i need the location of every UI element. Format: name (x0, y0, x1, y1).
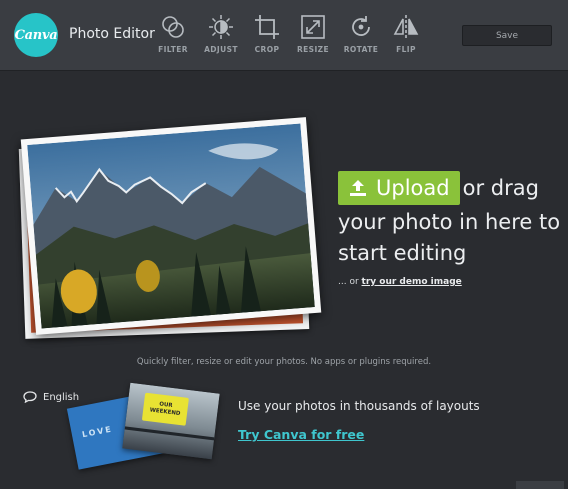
or-drag-text: or drag (462, 176, 539, 200)
crop-tool-button[interactable]: CROP (246, 14, 288, 59)
demo-image-prompt: ... or try our demo image (338, 277, 462, 287)
layout-preview-images: LOVE OUR WEEKEND (66, 382, 220, 472)
adjust-icon (209, 15, 233, 39)
weekend-badge: OUR WEEKEND (141, 392, 189, 426)
rotate-tool-button[interactable]: ROTATE (340, 14, 382, 59)
demo-photo-stack[interactable] (18, 117, 322, 340)
filter-tool-button[interactable]: FILTER (152, 14, 194, 59)
upload-button[interactable]: Upload (338, 171, 460, 205)
crop-label: CROP (254, 45, 280, 54)
upload-icon (350, 180, 366, 196)
upload-instruction-line2: your photo in here to (338, 210, 561, 234)
try-canva-link[interactable]: Try Canva for free (238, 427, 364, 442)
canva-logo[interactable]: Canva (14, 13, 58, 57)
speech-bubble-icon (23, 391, 37, 403)
mountain-photo (20, 117, 322, 335)
adjust-label: ADJUST (204, 45, 238, 54)
save-button[interactable]: Save (462, 25, 552, 46)
filter-icon (162, 16, 184, 38)
upload-button-label: Upload (376, 176, 450, 200)
resize-icon (301, 15, 325, 39)
demo-prefix: ... or (338, 277, 359, 287)
rotate-icon (352, 16, 370, 36)
filter-label: FILTER (158, 45, 188, 54)
upload-area[interactable]: Upload or drag your photo in here to sta… (338, 171, 563, 269)
upload-instruction-line3: start editing (338, 241, 467, 265)
flip-tool-button[interactable]: FLIP (385, 14, 427, 59)
app-title: Photo Editor (69, 26, 155, 42)
top-toolbar: Canva Photo Editor FILTER ADJUST CROP RE… (0, 0, 568, 71)
resize-tool-button[interactable]: RESIZE (292, 14, 334, 59)
adjust-tool-button[interactable]: ADJUST (200, 14, 242, 59)
layouts-promo-text: Use your photos in thousands of layouts (238, 399, 480, 413)
demo-image-link[interactable]: try our demo image (362, 277, 462, 287)
resize-label: RESIZE (296, 45, 330, 54)
crop-icon (255, 15, 279, 39)
flip-label: FLIP (396, 45, 416, 54)
rotate-label: ROTATE (343, 45, 379, 54)
weekend-layout-card: OUR WEEKEND (122, 382, 220, 460)
logo-text: Canva (14, 27, 58, 43)
blue-card-text: LOVE (81, 424, 114, 440)
tagline: Quickly filter, resize or edit your phot… (136, 357, 432, 367)
flip-icon (393, 15, 419, 39)
corner-widget (516, 481, 564, 489)
